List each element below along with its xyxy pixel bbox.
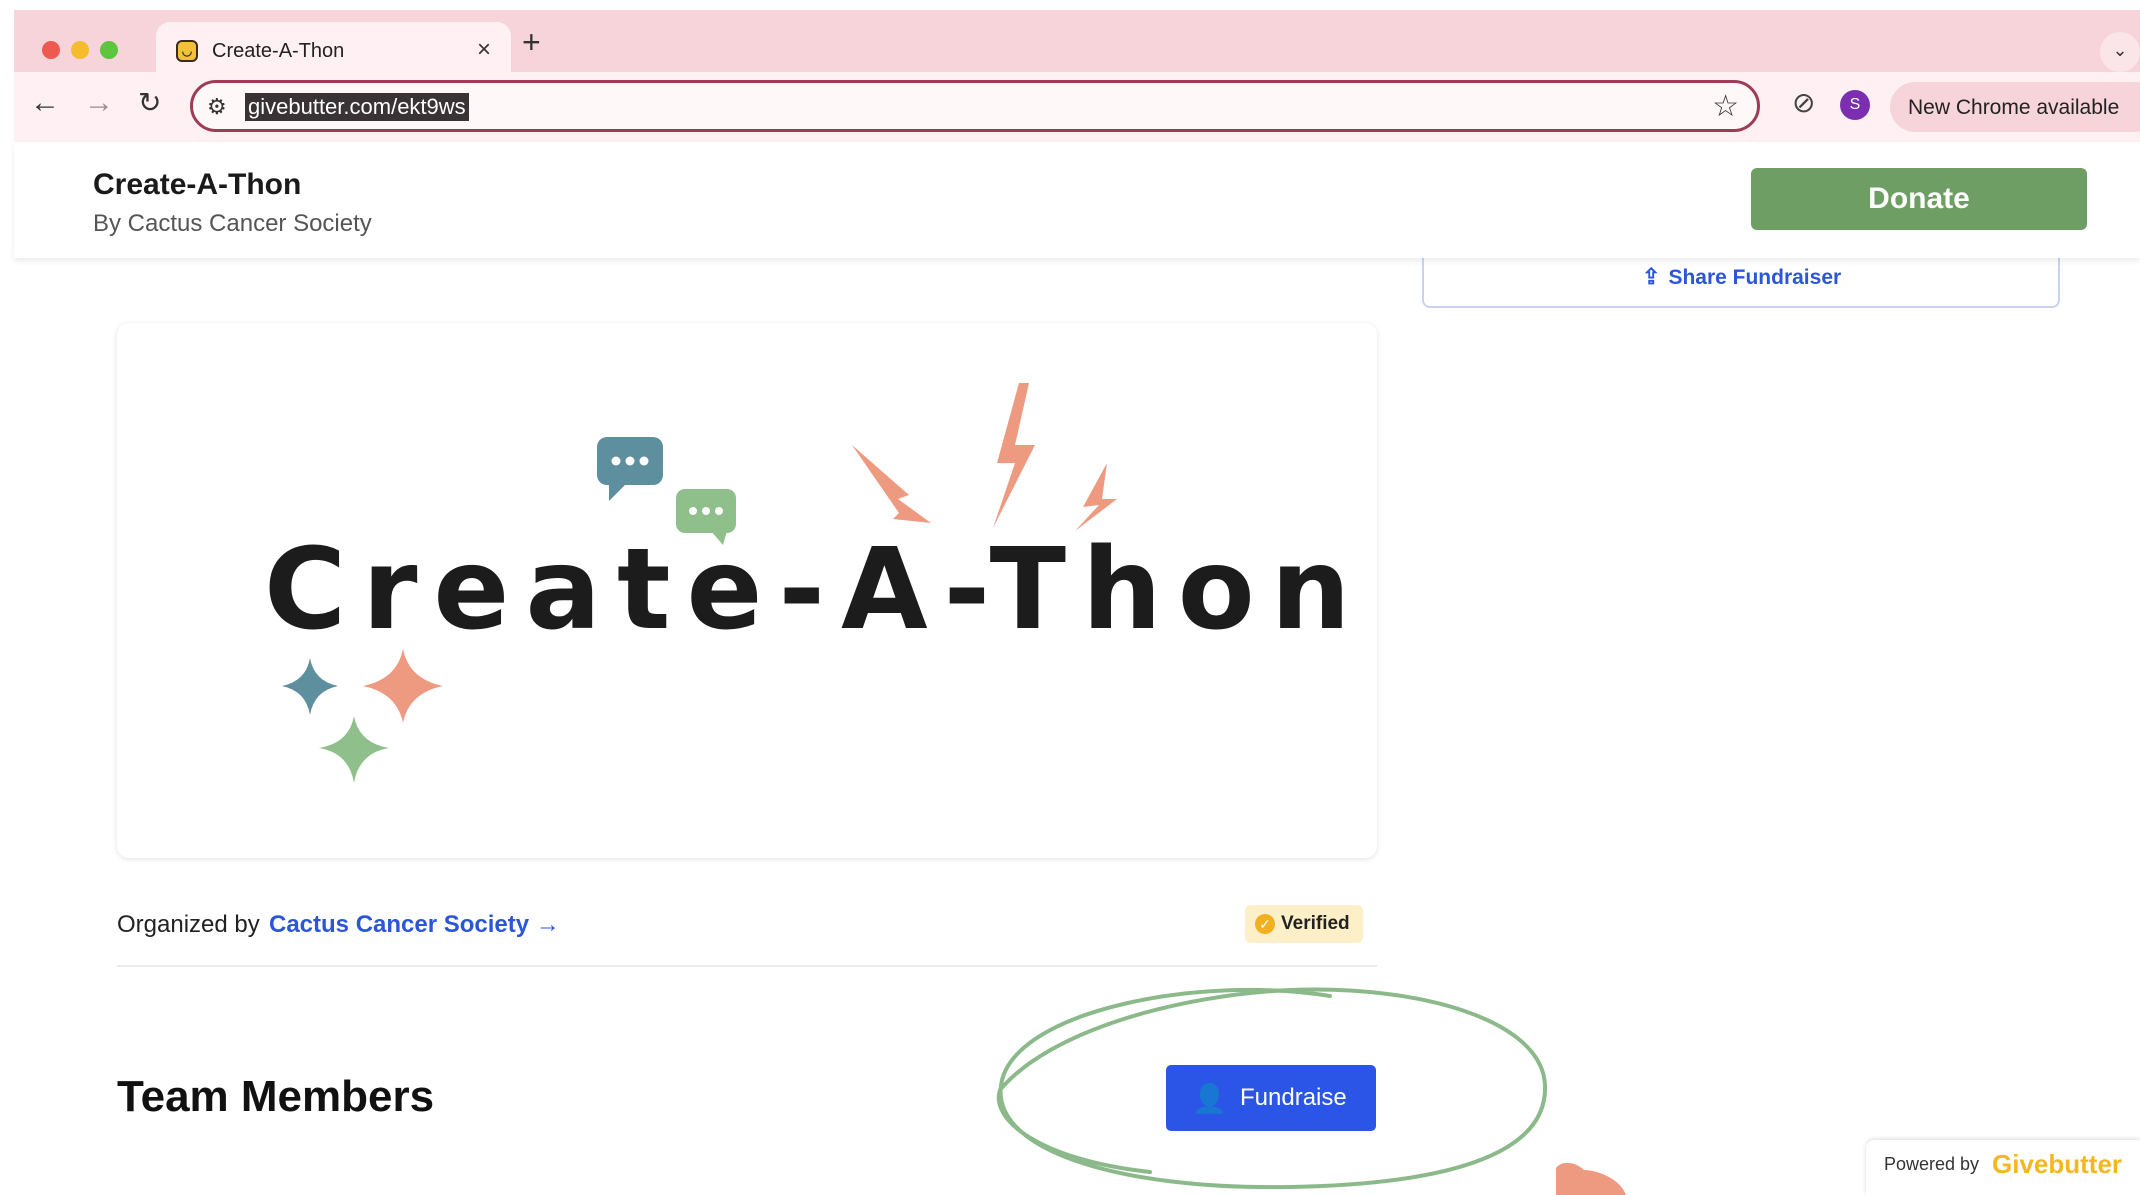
- reload-icon[interactable]: ↻: [138, 88, 161, 118]
- browser-toolbar: ← → ↻ ⚙ givebutter.com/ekt9ws ☆ ⊘ S New …: [14, 72, 2140, 142]
- campaign-header: Create-A-Thon By Cactus Cancer Society D…: [14, 142, 2140, 258]
- new-tab-button[interactable]: +: [522, 26, 541, 58]
- close-window-button[interactable]: [42, 41, 60, 59]
- teal-chat-bubble-icon: [597, 437, 663, 501]
- powered-by-prefix: Powered by: [1884, 1154, 1980, 1174]
- organizer-link[interactable]: Cactus Cancer Society →: [269, 911, 560, 939]
- extension-icon[interactable]: ⊘: [1792, 86, 1815, 119]
- givebutter-brand: Givebutter: [1992, 1149, 2123, 1179]
- page-bottom-edge: [0, 1162, 2140, 1195]
- verified-check-icon: ✓: [1255, 914, 1275, 934]
- logo-text: Create-A-Thon: [264, 525, 1366, 655]
- minimize-window-button[interactable]: [71, 41, 89, 59]
- forward-arrow-icon[interactable]: →: [84, 88, 114, 118]
- share-upload-icon: ⇪: [1642, 264, 1661, 289]
- tab-search-icon[interactable]: ⌄: [2100, 32, 2140, 72]
- donate-button[interactable]: Donate: [1751, 168, 2087, 230]
- site-favicon-icon: ◡: [176, 40, 198, 62]
- tab-close-icon[interactable]: ×: [477, 36, 491, 64]
- campaign-byline: By Cactus Cancer Society: [93, 210, 372, 237]
- address-bar[interactable]: ⚙ givebutter.com/ekt9ws ☆: [190, 80, 1760, 132]
- verified-label: Verified: [1281, 913, 1350, 934]
- browser-chrome: ◡ Create-A-Thon × + ⌄ ← → ↻ ⚙ givebutter…: [14, 10, 2140, 142]
- fundraise-label: Fundraise: [1240, 1084, 1347, 1111]
- sparkles-icon: [282, 649, 443, 783]
- lightning-bolts-icon: [852, 383, 1117, 531]
- fundraise-button[interactable]: 👤 Fundraise: [1166, 1065, 1376, 1131]
- campaign-title: Create-A-Thon: [93, 168, 302, 201]
- back-arrow-icon[interactable]: ←: [30, 88, 60, 118]
- verified-badge: ✓ Verified: [1245, 905, 1363, 943]
- campaign-cover-image: Create-A-Thon: [117, 323, 1377, 858]
- share-label: Share Fundraiser: [1668, 266, 1842, 289]
- maximize-window-button[interactable]: [100, 41, 118, 59]
- url-text[interactable]: givebutter.com/ekt9ws: [245, 93, 469, 121]
- profile-avatar[interactable]: S: [1840, 90, 1870, 120]
- organizer-prefix: Organized by: [117, 911, 260, 938]
- update-label: New Chrome available: [1908, 96, 2120, 119]
- chrome-update-button[interactable]: New Chrome available ⋮: [1890, 82, 2140, 132]
- tab-title: Create-A-Thon: [212, 40, 345, 62]
- create-a-thon-logo: Create-A-Thon: [264, 383, 1366, 783]
- team-members-heading: Team Members: [117, 1072, 435, 1121]
- share-fundraiser-button[interactable]: ⇪ Share Fundraiser: [1642, 264, 1841, 290]
- tab-strip: ◡ Create-A-Thon × + ⌄: [14, 10, 2140, 80]
- bookmark-star-icon[interactable]: ☆: [1712, 89, 1739, 124]
- organizer-row: Organized by Cactus Cancer Society → ✓ V…: [117, 905, 1377, 967]
- powered-by-badge[interactable]: Powered by Givebutter: [1866, 1140, 2140, 1195]
- add-user-icon: 👤: [1192, 1083, 1227, 1114]
- site-settings-icon[interactable]: ⚙: [207, 94, 227, 120]
